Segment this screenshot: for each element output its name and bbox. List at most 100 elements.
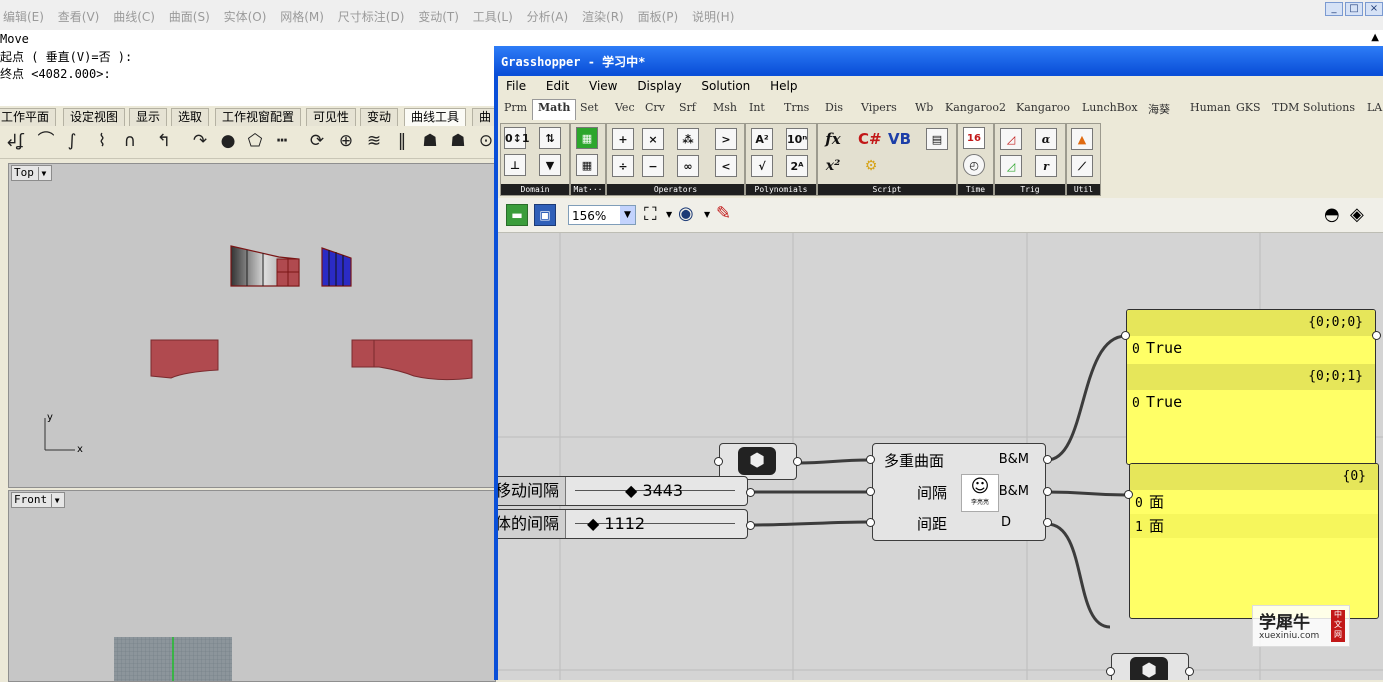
menu-help[interactable]: 说明(H) [689, 0, 741, 25]
addition-icon[interactable]: + [612, 128, 634, 150]
gh-tab-crv[interactable]: Crv [645, 101, 665, 114]
bell-curve-icon[interactable]: ▲ [1071, 128, 1093, 150]
fillet-radius-icon[interactable]: ⌒ [34, 129, 58, 153]
menu-solid[interactable]: 实体(O) [221, 0, 274, 25]
radius-icon[interactable]: r [1035, 155, 1057, 177]
panel-face-values[interactable]: {0} 0面 1面 [1129, 463, 1379, 619]
slider-body-interval[interactable]: 体的间隔 ◆ 1112 [498, 509, 748, 539]
rtab-display[interactable]: 显示 [129, 108, 168, 126]
bounds-icon[interactable]: ⇅ [539, 127, 561, 149]
triangle-icon[interactable]: ◿ [1000, 128, 1022, 150]
matrix-icon[interactable]: ▦ [576, 127, 598, 149]
gh-tab-prm[interactable]: Prm [504, 101, 527, 114]
gh-title-bar[interactable]: Grasshopper - 学习中* [494, 46, 1383, 74]
slider1-output-port[interactable] [746, 488, 755, 497]
script-doc-icon[interactable]: ▤ [926, 128, 948, 150]
slider-move-interval[interactable]: 移动间隔 ◆ 3443 [498, 476, 748, 506]
multiplication-icon[interactable]: × [642, 128, 664, 150]
maximize-button[interactable]: □ [1345, 2, 1363, 16]
mass-operator-icon[interactable]: ⁂ [677, 128, 699, 150]
clock-icon[interactable]: ◴ [963, 154, 985, 176]
gh-tab-human[interactable]: Human [1190, 101, 1231, 114]
rebuild-curve-icon[interactable]: ⟳ [305, 129, 329, 153]
adjust-curve-icon[interactable]: ⌇ [90, 129, 114, 153]
gh-tab-vipers[interactable]: Vipers [861, 101, 897, 114]
fillet-curve-icon[interactable]: ʆ [9, 129, 33, 153]
python-icon[interactable]: ⚙ [860, 155, 882, 177]
brep-bottom-output-port[interactable] [1185, 667, 1194, 676]
menu-render[interactable]: 渲染(R) [579, 0, 631, 25]
trig-green-icon[interactable]: ◿ [1000, 155, 1022, 177]
comp-input-port-1[interactable] [866, 455, 875, 464]
gh-tab-set[interactable]: Set [580, 101, 598, 114]
power-two-icon[interactable]: 2ᴬ [786, 155, 808, 177]
gh-menu-solution[interactable]: Solution [693, 76, 758, 93]
menu-edit[interactable]: 编辑(E) [0, 0, 51, 25]
gh-canvas[interactable]: ⬢ 移动间隔 ◆ 3443 体的间隔 ◆ 1112 多重曲面 间隔 间距 ☺ 李… [498, 233, 1383, 680]
comp-input-port-3[interactable] [866, 518, 875, 527]
gh-tab-wb[interactable]: Wb [915, 101, 933, 114]
power-ten-icon[interactable]: 10ⁿ [786, 128, 808, 150]
remap-icon[interactable]: ⊥ [504, 154, 526, 176]
chevron-down-icon[interactable]: ▼ [666, 210, 672, 219]
panel2-input-port[interactable] [1124, 490, 1133, 499]
project-curve-icon[interactable]: ⬠ [243, 129, 267, 153]
zoom-extents-icon[interactable]: ⛶ [644, 204, 657, 225]
slider-body-interval-value[interactable]: ◆ 1112 [587, 512, 645, 536]
gh-tab-srf[interactable]: Srf [679, 101, 696, 114]
chevron-down-icon[interactable]: ▼ [620, 206, 635, 224]
viewport-top[interactable]: Top ▼ y x [8, 163, 496, 488]
gh-menu-edit[interactable]: Edit [538, 76, 577, 93]
domain-icon[interactable]: 0↕1 [504, 127, 530, 149]
gh-tab-dis[interactable]: Dis [825, 101, 843, 114]
menu-panels[interactable]: 面板(P) [635, 0, 686, 25]
save-icon[interactable]: ▣ [534, 204, 556, 226]
gh-tab-gks[interactable]: GKS [1236, 101, 1261, 114]
gh-tab-msh[interactable]: Msh [713, 101, 737, 114]
vb-icon[interactable]: VB [888, 128, 911, 150]
sqrt-icon[interactable]: √ [751, 155, 773, 177]
shaded-preview-icon[interactable]: ◈ [1350, 204, 1364, 225]
matrix-grid-icon[interactable]: ▦ [576, 154, 598, 176]
rtab-transform[interactable]: 变动 [360, 108, 399, 126]
menu-view[interactable]: 查看(V) [55, 0, 107, 25]
menu-curve[interactable]: 曲线(C) [110, 0, 162, 25]
menu-mesh[interactable]: 网格(M) [277, 0, 331, 25]
gh-menu-view[interactable]: View [581, 76, 625, 93]
expression-icon[interactable]: fx [822, 128, 844, 150]
panel1-input-port[interactable] [1121, 331, 1130, 340]
menu-surface[interactable]: 曲面(S) [166, 0, 217, 25]
viewport-front[interactable]: Front ▼ [8, 490, 496, 682]
dashed-line-icon[interactable]: ┅ [270, 129, 294, 153]
brep-bottom-input-port[interactable] [1106, 667, 1115, 676]
comp-input-port-2[interactable] [866, 487, 875, 496]
rtab-visibility[interactable]: 可见性 [306, 108, 357, 126]
gh-tab-int[interactable]: Int [749, 101, 765, 114]
minimize-button[interactable]: _ [1325, 2, 1343, 16]
rtab-cplane[interactable]: 工作平面 [0, 108, 57, 126]
menu-analyze[interactable]: 分析(A) [524, 0, 576, 25]
arch-curve-icon[interactable]: ∩ [118, 129, 142, 153]
curve-end-icon[interactable]: ↰ [152, 129, 176, 153]
graph-mapper-icon[interactable]: ⟋ [1071, 155, 1093, 177]
csharp-icon[interactable]: C# [858, 128, 882, 150]
gh-tab-kangaroo[interactable]: Kangaroo [1016, 101, 1070, 114]
alpha-icon[interactable]: α [1035, 128, 1057, 150]
larger-than-icon[interactable]: > [715, 128, 737, 150]
gh-tab-tdm[interactable]: TDM Solutions [1272, 101, 1355, 114]
power-icon[interactable]: A² [751, 128, 773, 150]
chevron-down-icon[interactable]: ▼ [704, 210, 710, 219]
gate-icon[interactable]: ∞ [677, 155, 699, 177]
gh-menu-file[interactable]: File [498, 76, 534, 93]
rtab-curve-tools[interactable]: 曲线工具 [404, 108, 467, 126]
comp-output-port-1[interactable] [1043, 455, 1052, 464]
smaller-than-icon[interactable]: < [715, 155, 737, 177]
rtab-setview[interactable]: 设定视图 [63, 108, 126, 126]
offset-curve-icon[interactable]: ⊕ [334, 129, 358, 153]
panel-true-values[interactable]: {0;0;0} 0 True {0;0;1} 0 True [1126, 309, 1376, 465]
calendar-icon[interactable]: 16 [963, 127, 985, 149]
open-folder-icon[interactable]: ▬ [506, 204, 528, 226]
render-preview-icon[interactable]: ◓ [1324, 204, 1340, 225]
curve-person-2-icon[interactable]: ☗ [446, 129, 470, 153]
menu-transform[interactable]: 变动(T) [415, 0, 466, 25]
